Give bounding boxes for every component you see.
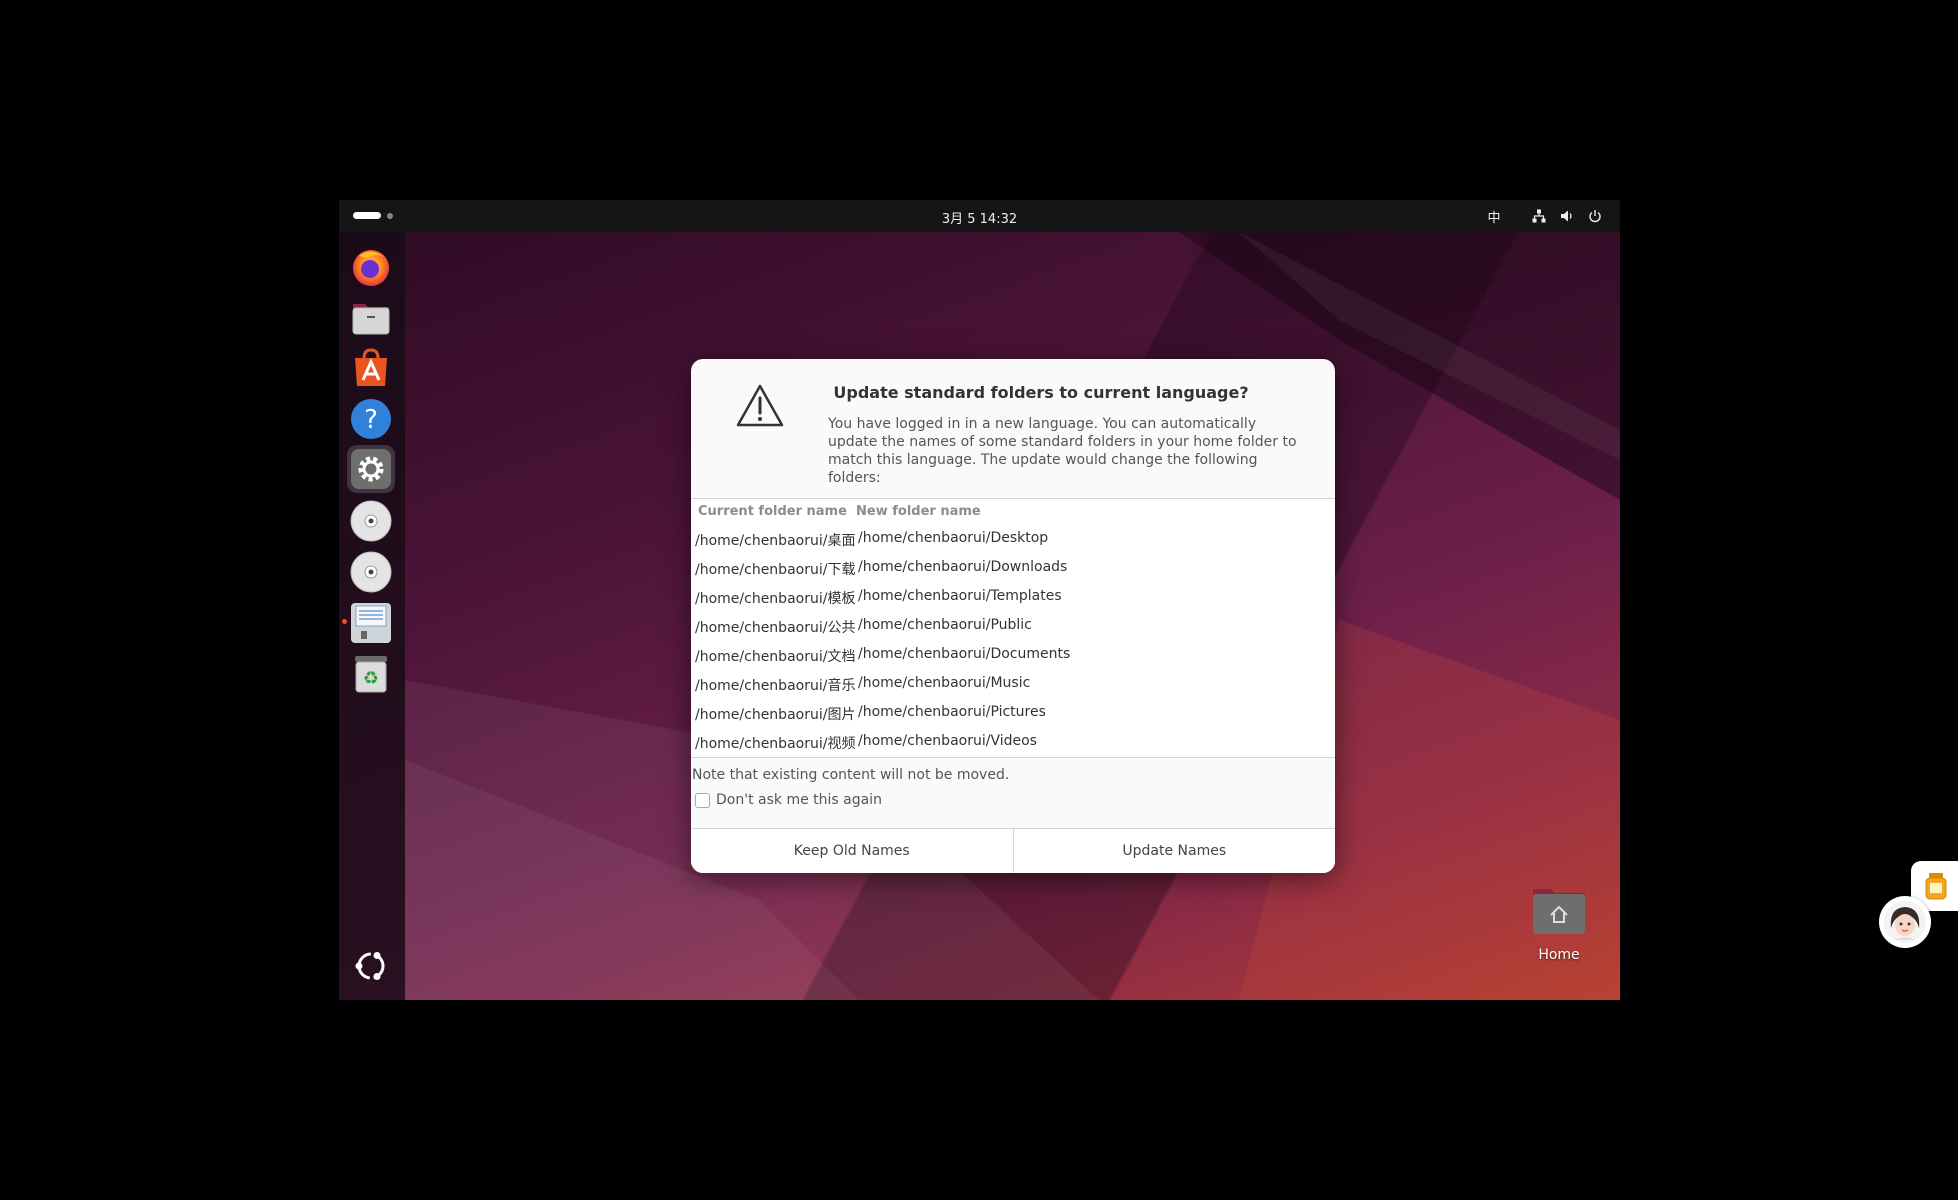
new-folder-cell: /home/chenbaorui/Documents [858, 645, 1071, 662]
table-row[interactable]: /home/chenbaorui/音乐/home/chenbaorui/Musi… [691, 668, 1335, 697]
network-icon[interactable] [1532, 209, 1546, 223]
checkbox-box[interactable] [695, 792, 710, 808]
input-method-indicator[interactable]: 中 [1482, 200, 1506, 232]
jar-icon [1925, 873, 1947, 900]
dialog-buttons: Keep Old Names Update Names [691, 828, 1335, 873]
new-folder-cell: /home/chenbaorui/Videos [858, 732, 1037, 749]
table-row[interactable]: /home/chenbaorui/模板/home/chenbaorui/Temp… [691, 581, 1335, 610]
dialog-message: You have logged in in a new language. Yo… [828, 416, 1297, 486]
dock-disc-2[interactable] [347, 548, 395, 596]
warning-icon [735, 383, 785, 433]
dock-firefox[interactable] [347, 242, 395, 290]
home-folder-icon [1533, 889, 1585, 934]
top-bar: 3月 5 14:32 中 [339, 200, 1620, 232]
home-label: Home [1538, 947, 1580, 963]
dock: ? ♻ [339, 232, 405, 1000]
dock-disc-1[interactable] [347, 497, 395, 545]
current-folder-cell: /home/chenbaorui/桌面 [695, 532, 856, 549]
app-center-icon [355, 348, 387, 386]
volume-icon[interactable] [1560, 209, 1574, 223]
show-apps-button[interactable] [347, 942, 395, 990]
dock-floppy[interactable] [347, 599, 395, 647]
dock-trash[interactable]: ♻ [347, 650, 395, 698]
clock[interactable]: 3月 5 14:32 [339, 208, 1620, 227]
desktop-home-folder[interactable]: Home [1514, 885, 1604, 963]
table-row[interactable]: /home/chenbaorui/公共/home/chenbaorui/Publ… [691, 610, 1335, 639]
table-row[interactable]: /home/chenbaorui/视频/home/chenbaorui/Vide… [691, 726, 1335, 755]
files-icon [352, 304, 390, 335]
desktop-screen: 3月 5 14:32 中 ? ♻ Update standard folders… [339, 200, 1620, 1000]
folder-table: Current folder name New folder name /hom… [691, 498, 1335, 758]
new-folder-cell: /home/chenbaorui/Music [858, 674, 1031, 691]
ubuntu-logo-icon [355, 952, 385, 980]
dock-settings[interactable] [347, 445, 395, 493]
table-row[interactable]: /home/chenbaorui/下载/home/chenbaorui/Down… [691, 552, 1335, 581]
current-folder-cell: /home/chenbaorui/音乐 [695, 677, 856, 694]
floppy-icon [351, 603, 391, 643]
table-row[interactable]: /home/chenbaorui/桌面/home/chenbaorui/Desk… [691, 523, 1335, 552]
assistant-avatar[interactable] [1879, 896, 1931, 948]
disc-icon [350, 551, 392, 593]
dock-app-center[interactable] [347, 344, 395, 392]
dock-files[interactable] [347, 293, 395, 341]
table-row[interactable]: /home/chenbaorui/图片/home/chenbaorui/Pict… [691, 697, 1335, 726]
avatar-icon [1884, 901, 1926, 943]
power-icon[interactable] [1588, 209, 1602, 223]
dont-ask-checkbox[interactable]: Don't ask me this again [695, 792, 882, 808]
dialog-note: Note that existing content will not be m… [692, 767, 1010, 783]
current-folder-cell: /home/chenbaorui/文档 [695, 648, 856, 665]
svg-text:♻: ♻ [363, 668, 379, 689]
new-folder-cell: /home/chenbaorui/Public [858, 616, 1032, 633]
new-folder-cell: /home/chenbaorui/Pictures [858, 703, 1046, 720]
dont-ask-label[interactable]: Don't ask me this again [716, 792, 882, 808]
current-folder-cell: /home/chenbaorui/图片 [695, 706, 856, 723]
dialog-title: Update standard folders to current langu… [833, 383, 1249, 402]
update-folders-dialog: Update standard folders to current langu… [691, 359, 1335, 873]
current-folder-cell: /home/chenbaorui/公共 [695, 619, 856, 636]
update-names-button[interactable]: Update Names [1012, 829, 1336, 873]
table-row[interactable]: /home/chenbaorui/文档/home/chenbaorui/Docu… [691, 639, 1335, 668]
current-folder-cell: /home/chenbaorui/模板 [695, 590, 856, 607]
trash-icon: ♻ [355, 656, 387, 693]
column-new-folder[interactable]: New folder name [856, 504, 981, 519]
help-icon: ? [351, 399, 391, 439]
dock-help[interactable]: ? [347, 395, 395, 443]
table-header: Current folder name New folder name [691, 499, 1335, 523]
new-folder-cell: /home/chenbaorui/Desktop [858, 529, 1049, 546]
firefox-icon [353, 250, 389, 286]
keep-old-names-button[interactable]: Keep Old Names [691, 829, 1013, 873]
column-current-folder[interactable]: Current folder name [691, 504, 856, 519]
current-folder-cell: /home/chenbaorui/下载 [695, 561, 856, 578]
current-folder-cell: /home/chenbaorui/视频 [695, 735, 856, 752]
disc-icon [350, 500, 392, 542]
svg-text:?: ? [364, 405, 378, 435]
new-folder-cell: /home/chenbaorui/Downloads [858, 558, 1068, 575]
clock-label[interactable]: 3月 5 14:32 [942, 212, 1017, 227]
settings-icon [351, 449, 391, 489]
system-tray: 中 [1482, 200, 1620, 232]
new-folder-cell: /home/chenbaorui/Templates [858, 587, 1062, 604]
system-menu[interactable] [1532, 209, 1620, 223]
